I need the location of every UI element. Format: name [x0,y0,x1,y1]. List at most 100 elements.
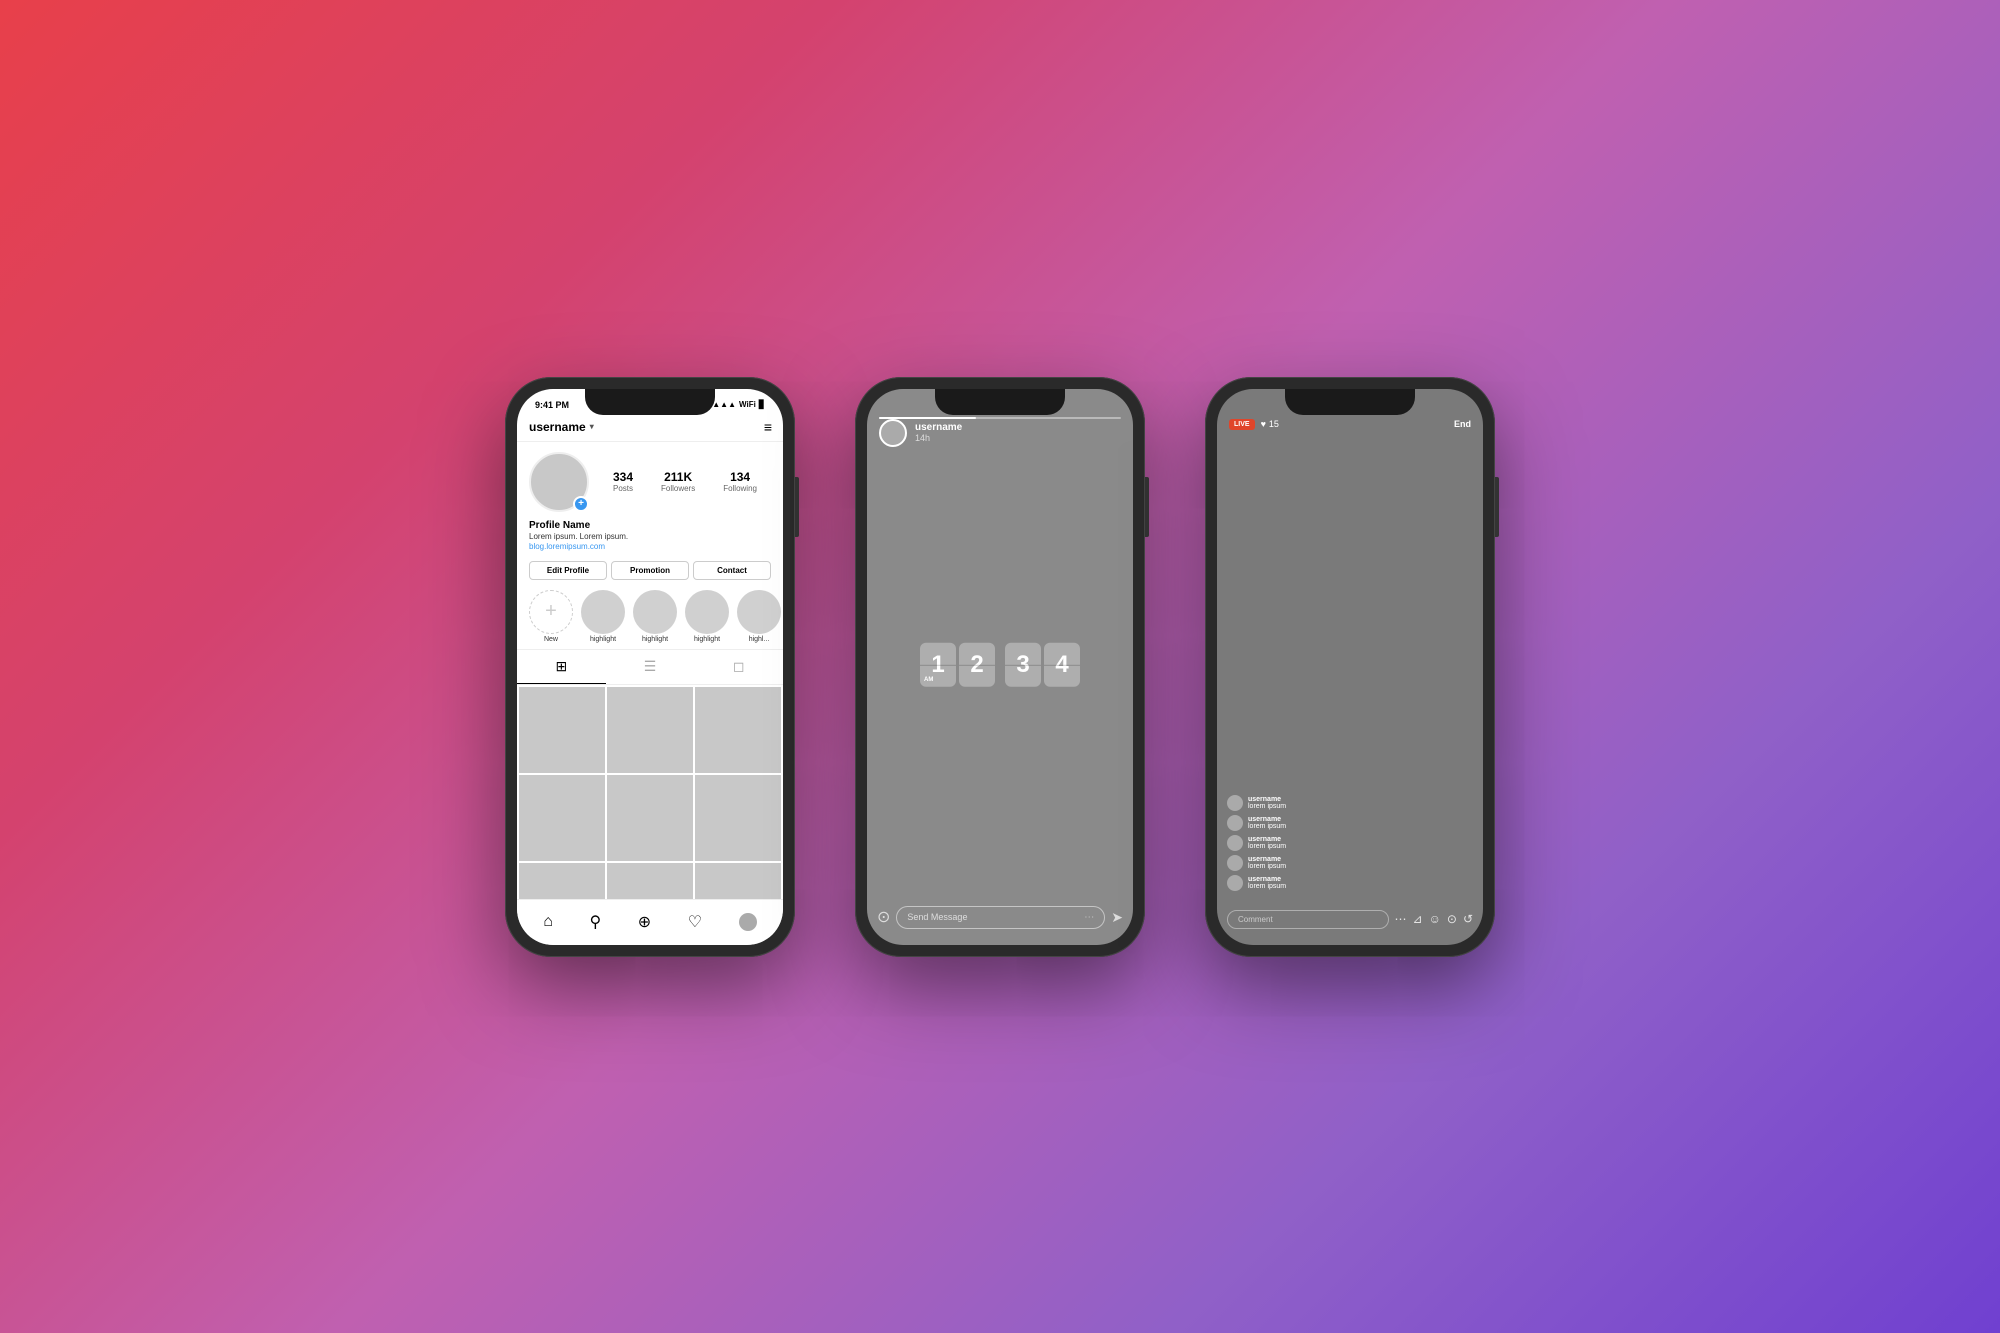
live-views: ♥ 15 [1261,419,1279,429]
flip-h1: AM 1 [920,642,956,686]
posts-count: 334 [613,470,633,484]
avatar-wrap: + [529,452,589,512]
send-icon[interactable]: ➤ [1111,909,1123,926]
camera-icon[interactable]: ⊙ [877,907,890,927]
highlight-4[interactable]: highl... [737,590,781,643]
story-time: 14h [915,433,962,443]
post-2[interactable] [607,687,693,773]
highlight-label-1: highlight [581,636,625,643]
username-text: username [529,420,586,434]
profile-name: Profile Name [529,520,771,531]
story-avatar [879,419,907,447]
post-3[interactable] [695,687,781,773]
live-end-button[interactable]: End [1454,419,1471,429]
comment-input[interactable]: Comment [1227,910,1389,929]
posts-label: Posts [613,484,633,493]
signal-icon: ▲▲▲ [712,400,736,409]
following-count: 134 [723,470,757,484]
highlight-circle-4 [737,590,781,634]
followers-label: Followers [661,484,695,493]
comment-text-4: lorem ipsum [1248,863,1286,870]
comment-user-2: username [1248,816,1286,823]
highlight-circle-2 [633,590,677,634]
live-bottom: Comment ⋯ ⊿ ☺ ⊙ ↺ [1217,904,1483,945]
search-icon[interactable]: ⚲ [590,912,602,932]
story-username: username [915,422,962,433]
send-message-input[interactable]: Send Message ⋯ [896,906,1105,929]
post-1[interactable] [519,687,605,773]
minutes-group: 3 4 [1005,642,1080,686]
highlights-row: + New highlight highlight highlight [517,586,783,649]
flip-h2: 2 [959,642,995,686]
story-progress-fill [879,417,976,419]
live-comment-5: username lorem ipsum [1227,875,1473,891]
profile-section: + 334 Posts 211K Followers 134 Following [517,442,783,518]
battery-icon: ▊ [759,400,765,409]
phone-profile: 9:41 PM ▲▲▲ WiFi ▊ username ▾ ≡ [505,377,795,957]
live-badge: LIVE [1229,419,1255,430]
live-comment-1: username lorem ipsum [1227,795,1473,811]
profile-header: username ▾ ≡ [517,417,783,442]
highlight-1[interactable]: highlight [581,590,625,643]
tab-grid[interactable]: ⊞ [517,650,606,684]
chevron-down-icon: ▾ [590,422,594,431]
highlight-label-4: highl... [737,636,781,643]
live-comment-4: username lorem ipsum [1227,855,1473,871]
profile-screen: 9:41 PM ▲▲▲ WiFi ▊ username ▾ ≡ [517,389,783,945]
profile-link[interactable]: blog.loremipsum.com [529,542,771,551]
menu-icon[interactable]: ≡ [764,419,771,435]
heart-icon[interactable]: ♡ [688,912,702,932]
tab-tagged[interactable]: ◻ [694,650,783,684]
comment-text-1: lorem ipsum [1248,803,1286,810]
profile-icon[interactable] [739,913,757,931]
phone-story: username 14h AM 1 2 [855,377,1145,957]
comment-user-1: username [1248,796,1286,803]
flip-clock: AM 1 2 3 4 [920,642,1080,686]
story-screen: username 14h AM 1 2 [867,389,1133,945]
comment-avatar-2 [1227,815,1243,831]
hours-group: AM 1 2 [920,642,995,686]
post-4[interactable] [519,775,605,861]
post-5[interactable] [607,775,693,861]
highlight-label-2: highlight [633,636,677,643]
highlight-3[interactable]: highlight [685,590,729,643]
username-row[interactable]: username ▾ [529,420,594,434]
contact-button[interactable]: Contact [693,561,771,580]
more-options-icon[interactable]: ⋯ [1395,912,1407,926]
heart-live-icon: ♥ [1261,419,1266,429]
profile-info: Profile Name Lorem ipsum. Lorem ipsum. b… [517,518,783,557]
status-icons: ▲▲▲ WiFi ▊ [712,400,765,409]
following-stat: 134 Following [723,470,757,493]
story-header: username 14h [867,389,1133,455]
promotion-button[interactable]: Promotion [611,561,689,580]
live-left: LIVE ♥ 15 [1229,419,1279,430]
flip-m2: 4 [1044,642,1080,686]
new-highlight-circle: + [529,590,573,634]
comment-text-2: lorem ipsum [1248,823,1286,830]
profile-bio: Lorem ipsum. Lorem ipsum. [529,531,771,542]
comment-user-5: username [1248,876,1286,883]
add-story-button[interactable]: + [573,496,589,512]
comment-content-5: username lorem ipsum [1248,876,1286,890]
effects-icon[interactable]: ⊙ [1447,912,1457,926]
emoji-icon[interactable]: ☺ [1429,912,1441,926]
status-time: 9:41 PM [535,400,569,410]
posts-stat: 334 Posts [613,470,633,493]
highlight-new[interactable]: + New [529,590,573,643]
add-post-icon[interactable]: ⊕ [638,912,651,932]
comment-user-4: username [1248,856,1286,863]
home-icon[interactable]: ⌂ [543,913,553,931]
filter-icon[interactable]: ⊿ [1413,912,1423,926]
post-6[interactable] [695,775,781,861]
flip-camera-icon[interactable]: ↺ [1463,912,1473,926]
live-screen: LIVE ♥ 15 End username lorem ipsum [1217,389,1483,945]
highlight-2[interactable]: highlight [633,590,677,643]
live-comment-2: username lorem ipsum [1227,815,1473,831]
following-label: Following [723,484,757,493]
live-comment-3: username lorem ipsum [1227,835,1473,851]
edit-profile-button[interactable]: Edit Profile [529,561,607,580]
highlight-circle-1 [581,590,625,634]
live-action-icons: ⋯ ⊿ ☺ ⊙ ↺ [1395,912,1473,926]
tab-list[interactable]: ☰ [606,650,695,684]
highlight-label-3: highlight [685,636,729,643]
